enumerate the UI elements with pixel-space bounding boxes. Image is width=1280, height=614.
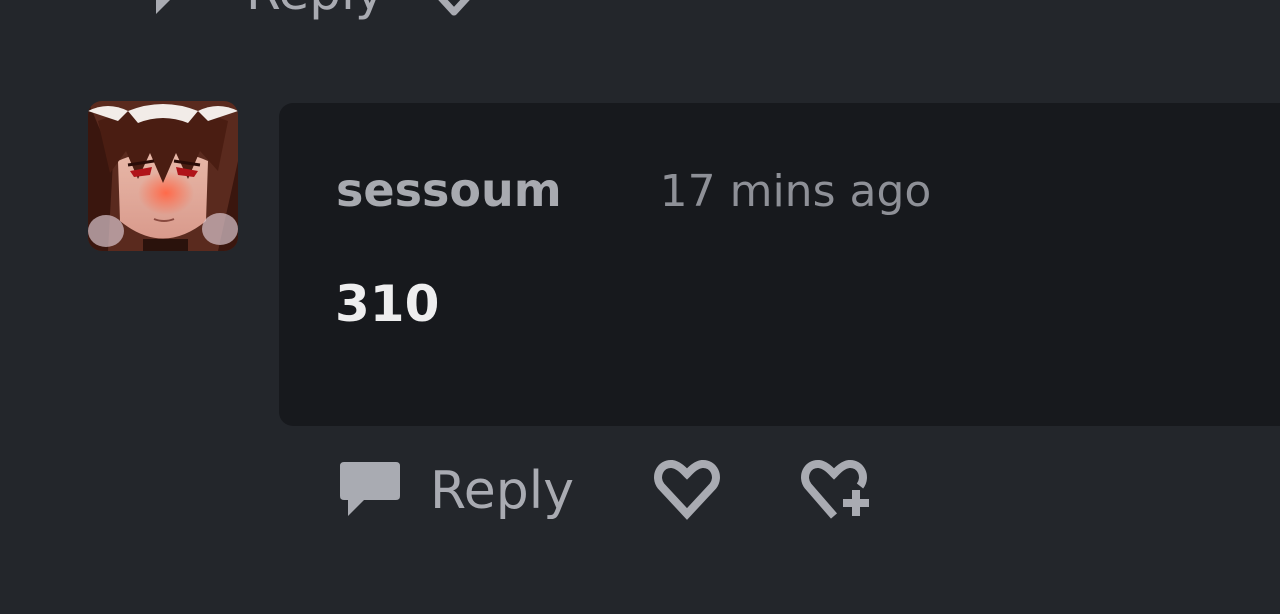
previous-reply-label[interactable]: Reply: [246, 0, 384, 17]
username[interactable]: sessoum: [336, 163, 562, 217]
reply-bubble-icon: [338, 458, 402, 524]
heart-plus-icon[interactable]: [424, 0, 484, 20]
reply-bubble-icon[interactable]: [150, 0, 206, 20]
comment-bubble: sessoum 17 mins ago 310: [279, 103, 1280, 426]
timestamp[interactable]: 17 mins ago: [660, 166, 932, 217]
reply-label: Reply: [430, 461, 575, 521]
comment-meta: sessoum 17 mins ago: [336, 163, 931, 217]
add-favorite-button[interactable]: [800, 456, 878, 526]
comment-thread: Reply: [0, 0, 1280, 614]
like-button[interactable]: [652, 458, 722, 524]
reply-button[interactable]: Reply: [338, 458, 574, 524]
heart-plus-icon: [800, 456, 878, 526]
previous-comment-actions: Reply: [150, 0, 484, 18]
comment-actions: Reply: [338, 456, 878, 526]
heart-icon: [652, 458, 722, 524]
comment-body: 310: [335, 275, 440, 333]
avatar[interactable]: [88, 101, 238, 251]
